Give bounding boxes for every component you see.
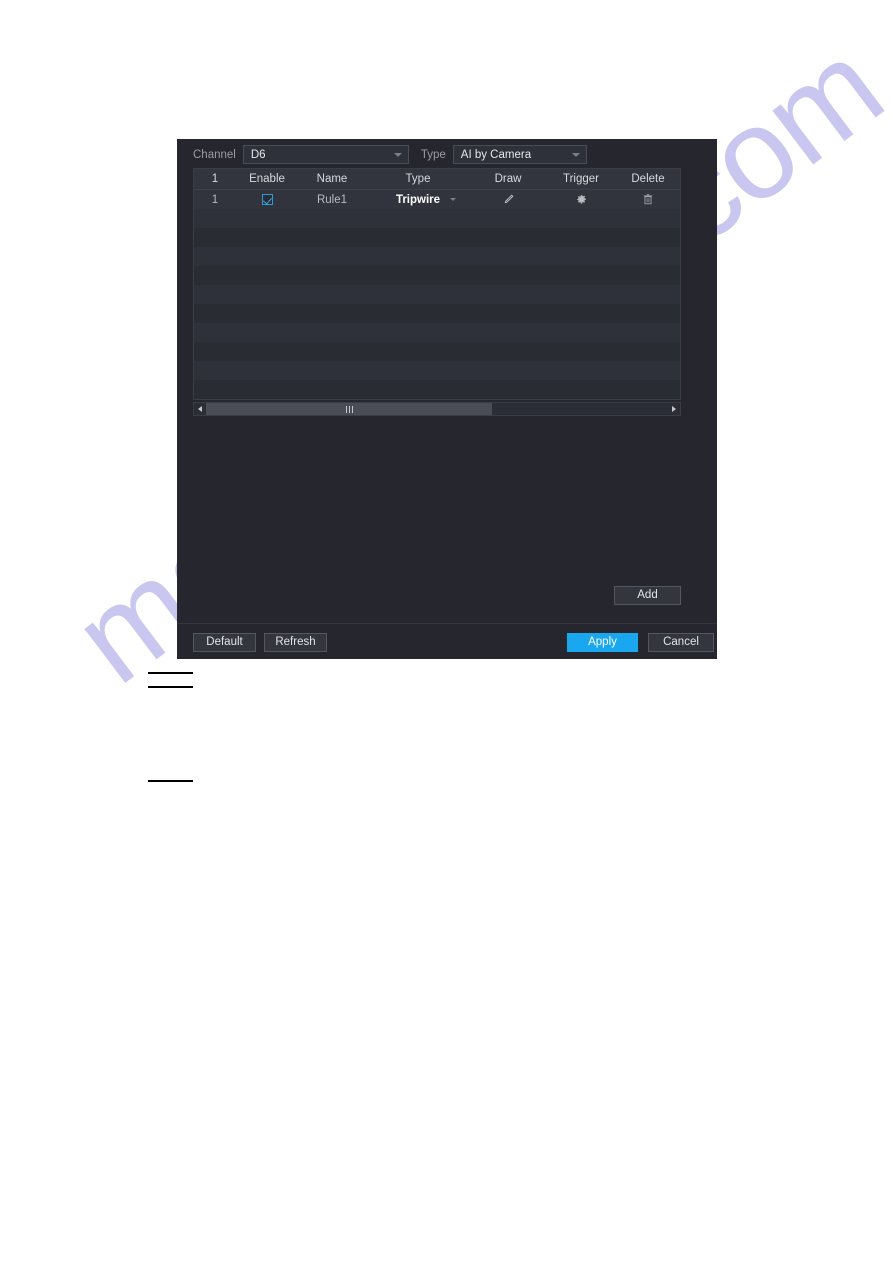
row-index: 1 — [211, 193, 219, 206]
selector-bar: Channel D6 Type AI by Camera — [177, 139, 717, 170]
table-empty-row — [194, 304, 680, 323]
header-trigger: Trigger — [563, 173, 599, 185]
header-delete: Delete — [631, 173, 665, 185]
chevron-down-icon — [393, 152, 402, 157]
default-button[interactable]: Default — [193, 633, 256, 652]
dialog-footer: Default Refresh Apply Cancel — [177, 623, 717, 659]
table-row[interactable]: 1 Rule1 Tripwire — [194, 190, 680, 209]
row-enable-cell[interactable] — [236, 190, 298, 209]
pencil-icon — [504, 194, 513, 204]
chevron-down-icon — [450, 198, 456, 201]
header-name: Name — [316, 173, 348, 185]
table-empty-row — [194, 399, 680, 400]
row-type-value: Tripwire — [395, 193, 441, 206]
table-empty-row — [194, 285, 680, 304]
redaction-line-3 — [148, 780, 193, 782]
table-empty-row — [194, 380, 680, 399]
redaction-line-1 — [148, 672, 193, 674]
type-select-value: AI by Camera — [460, 148, 532, 161]
table-empty-row — [194, 247, 680, 266]
scrollbar-grip-icon — [345, 405, 353, 413]
scroll-right-button[interactable] — [668, 403, 680, 415]
arrow-right-icon — [672, 406, 676, 412]
scrollbar-track[interactable] — [206, 403, 668, 415]
table-empty-row — [194, 228, 680, 247]
draw-button[interactable] — [470, 190, 546, 209]
enable-checkbox[interactable] — [261, 194, 273, 205]
row-name: Rule1 — [316, 193, 348, 206]
trigger-button[interactable] — [546, 190, 616, 209]
gear-icon — [576, 194, 586, 204]
channel-select-value: D6 — [250, 148, 266, 161]
table-empty-row — [194, 209, 680, 228]
table-empty-row — [194, 266, 680, 285]
refresh-button[interactable]: Refresh — [264, 633, 327, 652]
add-button[interactable]: Add — [614, 586, 681, 605]
table-empty-row — [194, 361, 680, 380]
scrollbar-thumb[interactable] — [206, 403, 493, 415]
apply-button[interactable]: Apply — [567, 633, 638, 652]
rules-table: 1 Enable Name Type Draw Trigger Delete 1… — [193, 168, 681, 400]
header-index: 1 — [211, 173, 219, 185]
table-empty-row — [194, 342, 680, 361]
trash-icon — [643, 194, 653, 205]
table-horizontal-scrollbar[interactable] — [193, 402, 681, 416]
cancel-button[interactable]: Cancel — [648, 633, 714, 652]
header-draw: Draw — [494, 173, 522, 185]
redaction-line-2 — [148, 686, 193, 688]
type-select[interactable]: AI by Camera — [452, 145, 587, 164]
chevron-down-icon — [571, 152, 580, 157]
table-header-row: 1 Enable Name Type Draw Trigger Delete — [194, 169, 680, 190]
scroll-left-button[interactable] — [194, 403, 206, 415]
channel-select[interactable]: D6 — [242, 145, 409, 164]
channel-label: Channel — [193, 148, 236, 161]
table-empty-rows — [194, 209, 680, 400]
arrow-left-icon — [198, 406, 202, 412]
table-empty-row — [194, 323, 680, 342]
header-enable: Enable — [249, 173, 285, 185]
row-type-cell[interactable]: Tripwire — [366, 190, 470, 209]
ai-rule-config-dialog: Channel D6 Type AI by Camera 1 Enable Na… — [177, 139, 717, 659]
type-label: Type — [420, 148, 446, 161]
delete-button[interactable] — [616, 190, 680, 209]
header-type: Type — [405, 173, 431, 185]
